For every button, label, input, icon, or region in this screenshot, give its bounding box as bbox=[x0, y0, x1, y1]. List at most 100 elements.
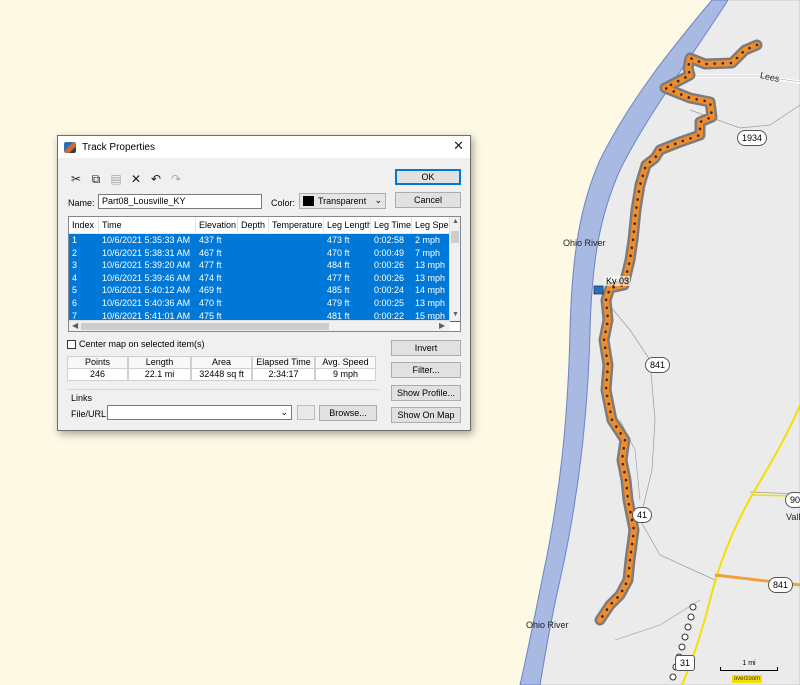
stat-elapsed-time: Elapsed Time 2:34:17 bbox=[252, 356, 315, 381]
column-header-leg-speed[interactable]: Leg Speed bbox=[412, 217, 452, 233]
cancel-button[interactable]: Cancel bbox=[395, 192, 461, 208]
links-group: Links File/URL: ⌄ Browse... bbox=[67, 389, 379, 425]
scale-bar bbox=[720, 667, 778, 671]
table-cell: 0:02:58 bbox=[374, 235, 405, 245]
table-cell: 2 bbox=[72, 247, 78, 258]
table-header: Index Time Elevation Depth Temperature L… bbox=[69, 217, 460, 234]
file-url-input[interactable]: ⌄ bbox=[107, 405, 292, 420]
table-cell: 474 ft bbox=[199, 272, 222, 283]
stat-header: Points bbox=[68, 357, 127, 369]
column-header-elevation[interactable]: Elevation bbox=[196, 217, 238, 233]
open-link-button[interactable] bbox=[297, 405, 315, 420]
undo-icon[interactable]: ↶ bbox=[148, 171, 164, 187]
table-cell bbox=[269, 234, 324, 247]
cut-icon[interactable]: ✂ bbox=[68, 171, 84, 187]
stat-header: Avg. Speed bbox=[316, 357, 375, 369]
river-label-2: Ohio River bbox=[526, 620, 569, 630]
stat-value: 22.1 mi bbox=[129, 369, 190, 380]
table-row[interactable]: 6 10/6/2021 5:40:36 AM 470 ft 479 ft 0:00:25… bbox=[69, 296, 460, 310]
track-points-table[interactable]: Index Time Elevation Depth Temperature L… bbox=[68, 216, 461, 332]
track-stats: Points 246 Length 22.1 mi Area 32448 sq ft … bbox=[67, 356, 376, 381]
ok-button[interactable]: OK bbox=[395, 169, 461, 185]
column-header-leg-length[interactable]: Leg Length bbox=[324, 217, 371, 233]
table-cell: 0:00:49 bbox=[374, 247, 405, 258]
stat-value: 2:34:17 bbox=[253, 369, 314, 380]
column-header-index[interactable]: Index bbox=[69, 217, 99, 233]
waypoint-marker[interactable] bbox=[593, 285, 604, 295]
table-cell: 13 mph bbox=[415, 272, 446, 283]
scroll-down-icon[interactable]: ▼ bbox=[452, 311, 459, 318]
table-cell: 10/6/2021 5:40:36 AM bbox=[102, 297, 191, 308]
table-cell bbox=[238, 284, 269, 297]
paste-icon[interactable]: ▤ bbox=[108, 171, 124, 187]
stat-value: 246 bbox=[68, 369, 127, 380]
delete-icon[interactable]: ✕ bbox=[128, 171, 144, 187]
column-header-temperature[interactable]: Temperature bbox=[269, 217, 324, 233]
stat-area: Area 32448 sq ft bbox=[191, 356, 252, 381]
table-cell: 3 bbox=[72, 260, 78, 271]
horizontal-scrollbar[interactable]: ◀ ▶ bbox=[69, 320, 450, 331]
filter-button[interactable]: Filter... bbox=[391, 362, 461, 378]
redo-icon[interactable]: ↷ bbox=[168, 171, 184, 187]
table-cell: 10/6/2021 5:40:12 AM bbox=[102, 285, 191, 296]
chevron-down-icon: ⌄ bbox=[374, 195, 382, 205]
table-cell: 477 ft bbox=[327, 272, 350, 283]
table-cell bbox=[238, 234, 269, 247]
browse-button[interactable]: Browse... bbox=[319, 405, 377, 421]
color-select[interactable]: Transparent ⌄ bbox=[299, 193, 386, 209]
table-cell bbox=[269, 259, 324, 272]
horizontal-scroll-thumb[interactable] bbox=[81, 323, 329, 330]
table-cell: 473 ft bbox=[327, 235, 350, 245]
dialog-titlebar[interactable]: Track Properties ✕ bbox=[58, 136, 470, 158]
table-cell: 469 ft bbox=[199, 285, 222, 296]
table-cell: 470 ft bbox=[327, 247, 350, 258]
file-url-label: File/URL: bbox=[71, 409, 109, 419]
scroll-left-icon[interactable]: ◀ bbox=[72, 321, 78, 330]
table-cell: 14 mph bbox=[415, 285, 446, 296]
scroll-up-icon[interactable]: ▲ bbox=[452, 218, 459, 225]
table-cell bbox=[269, 272, 324, 285]
name-label: Name: bbox=[68, 198, 95, 208]
table-row[interactable]: 2 10/6/2021 5:38:31 AM 467 ft 470 ft 0:00:49… bbox=[69, 246, 460, 260]
river-label-1: Ohio River bbox=[563, 238, 606, 248]
route-shield-90: 90 bbox=[785, 492, 800, 508]
close-icon[interactable]: ✕ bbox=[453, 139, 464, 153]
name-input[interactable]: Part08_Lousville_KY bbox=[98, 194, 262, 209]
route-shield-31: 31 bbox=[675, 655, 696, 671]
table-cell: 2 mph bbox=[415, 235, 441, 245]
scale-text: 1 mi bbox=[742, 660, 756, 667]
copy-icon[interactable]: ⧉ bbox=[88, 171, 104, 187]
table-cell: 10/6/2021 5:38:31 AM bbox=[102, 247, 191, 258]
scroll-right-icon[interactable]: ▶ bbox=[439, 321, 445, 330]
table-cell: 7 mph bbox=[415, 247, 441, 258]
table-cell: 13 mph bbox=[415, 260, 446, 271]
table-cell: 10/6/2021 5:35:33 AM bbox=[102, 235, 191, 245]
center-map-checkbox[interactable] bbox=[67, 339, 76, 349]
table-cell: 437 ft bbox=[199, 235, 222, 245]
table-cell: 0:00:26 bbox=[374, 260, 405, 271]
route-shield-41: 41 bbox=[632, 507, 653, 523]
table-cell bbox=[238, 272, 269, 285]
column-header-leg-time[interactable]: Leg Time bbox=[371, 217, 412, 233]
show-on-map-button[interactable]: Show On Map bbox=[391, 407, 461, 423]
table-row[interactable]: 1 10/6/2021 5:35:33 AM 437 ft 473 ft 0:02:58… bbox=[69, 234, 460, 247]
table-row[interactable]: 3 10/6/2021 5:39:20 AM 477 ft 484 ft 0:00:26… bbox=[69, 259, 460, 272]
overzoom-badge: overzoom bbox=[732, 675, 762, 683]
color-value: Transparent bbox=[318, 196, 367, 206]
stat-value: 9 mph bbox=[316, 369, 375, 380]
vertical-scrollbar[interactable]: ▲ ▼ bbox=[449, 217, 460, 321]
table-row[interactable]: 4 10/6/2021 5:39:46 AM 474 ft 477 ft 0:00:26… bbox=[69, 271, 460, 285]
table-row[interactable]: 5 10/6/2021 5:40:12 AM 469 ft 485 ft 0:00:24… bbox=[69, 284, 460, 297]
vertical-scroll-thumb[interactable] bbox=[451, 231, 459, 243]
column-header-time[interactable]: Time bbox=[99, 217, 196, 233]
show-profile-button[interactable]: Show Profile... bbox=[391, 385, 461, 401]
invert-button[interactable]: Invert bbox=[391, 340, 461, 356]
table-cell: 10/6/2021 5:39:46 AM bbox=[102, 272, 191, 283]
center-map-checkbox-row[interactable]: Center map on selected item(s) bbox=[67, 339, 205, 349]
chevron-down-icon[interactable]: ⌄ bbox=[280, 407, 288, 418]
center-map-label: Center map on selected item(s) bbox=[79, 339, 205, 349]
table-cell bbox=[238, 297, 269, 310]
toolbar: ✂ ⧉ ▤ ✕ ↶ ↷ bbox=[68, 171, 184, 187]
column-header-depth[interactable]: Depth bbox=[238, 217, 269, 233]
waypoint-label: Ky 03 bbox=[605, 276, 631, 286]
